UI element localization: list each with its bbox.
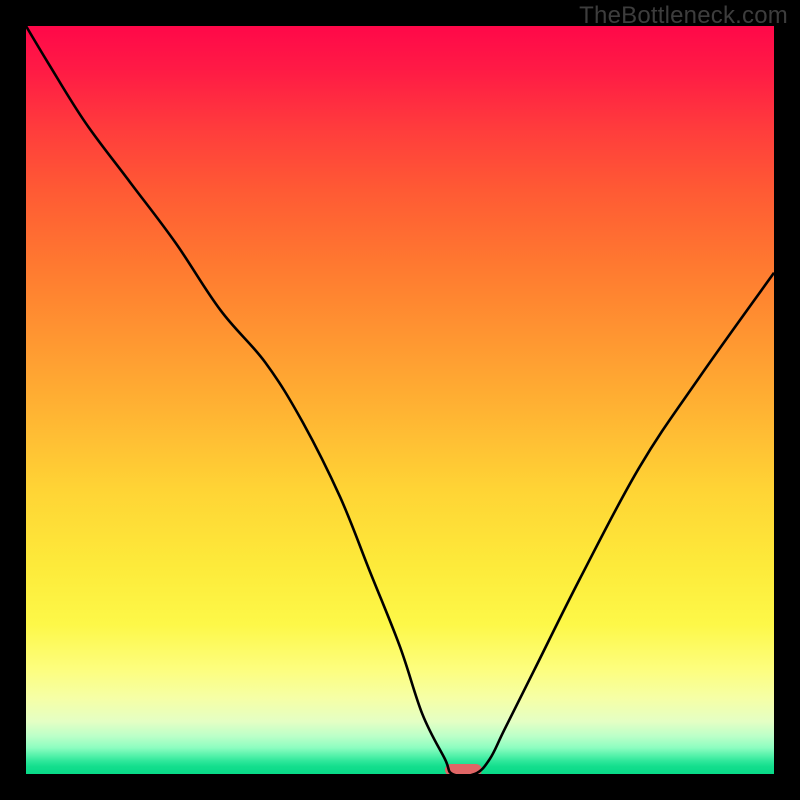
- chart-frame: TheBottleneck.com: [0, 0, 800, 800]
- watermark-text: TheBottleneck.com: [579, 2, 788, 30]
- plot-area: [26, 26, 774, 774]
- bottleneck-curve: [26, 26, 774, 774]
- curve-path: [26, 26, 774, 774]
